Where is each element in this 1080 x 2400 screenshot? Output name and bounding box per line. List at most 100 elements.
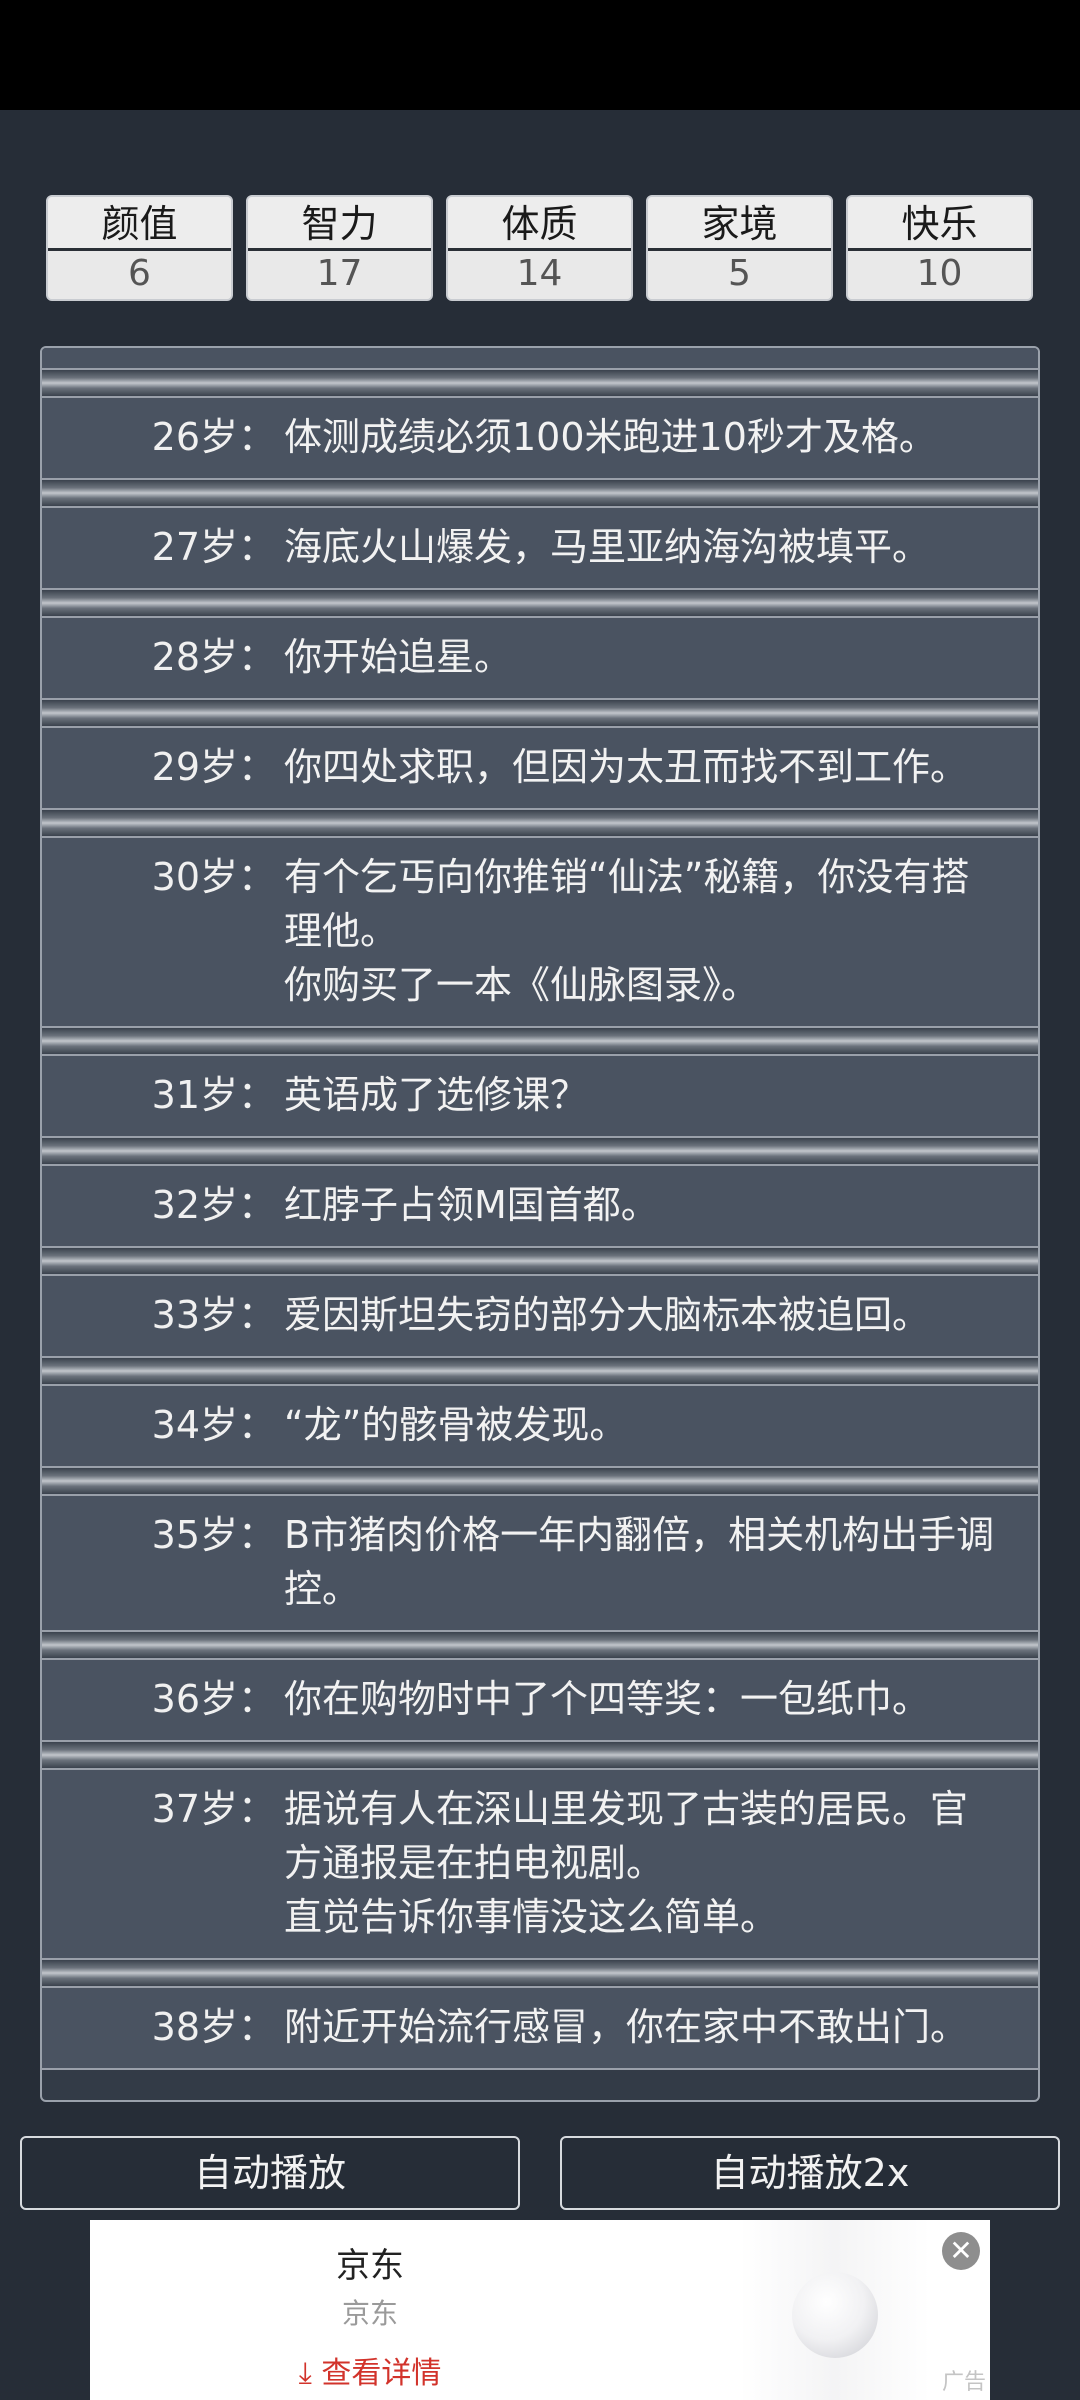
event-text: 英语成了选修课？ xyxy=(276,1068,998,1122)
event-text: 你在购物时中了个四等奖：一包纸巾。 xyxy=(276,1672,998,1726)
event-separator xyxy=(42,810,1038,836)
event-age: 25岁： xyxy=(42,348,276,354)
event-line: “龙”的骸骨被发现。 xyxy=(284,1403,628,1447)
event-text: 你四处求职，但因为太丑而找不到工作。 xyxy=(276,348,998,354)
event-line: 红脖子占领M国首都。 xyxy=(284,1183,659,1227)
event-separator xyxy=(42,370,1038,396)
event-line: B市猪肉价格一年内翻倍，相关机构出手调控。 xyxy=(284,1513,995,1611)
event-text: 体测成绩必须100米跑进10秒才及格。 xyxy=(276,410,998,464)
stat-value: 6 xyxy=(48,251,231,299)
auto-play-2x-button[interactable]: 自动播放2x xyxy=(560,2136,1060,2210)
event-age: 35岁： xyxy=(151,1513,276,1557)
event-separator xyxy=(42,700,1038,726)
event-row: 30岁： 有个乞丐向你推销“仙法”秘籍，你没有搭理他。你购买了一本《仙脉图录》。 xyxy=(42,836,1038,1028)
stat-label: 快乐 xyxy=(848,197,1031,251)
ad-details-link[interactable]: ⤓ 查看详情 xyxy=(90,2348,650,2392)
event-age: 30岁： xyxy=(151,855,276,899)
event-age: 31岁： xyxy=(151,1073,276,1117)
close-icon[interactable]: ✕ xyxy=(942,2232,980,2270)
stat-value: 14 xyxy=(448,251,631,299)
event-separator xyxy=(42,1960,1038,1986)
event-separator xyxy=(42,1742,1038,1768)
event-text: “龙”的骸骨被发现。 xyxy=(276,1398,998,1452)
event-age: 32岁： xyxy=(151,1183,276,1227)
stat-label: 颜值 xyxy=(48,197,231,251)
event-row: 31岁： 英语成了选修课？ xyxy=(42,1054,1038,1138)
event-age: 29岁： xyxy=(151,745,276,789)
event-line: 体测成绩必须100米跑进10秒才及格。 xyxy=(284,415,937,459)
event-line: 英语成了选修课？ xyxy=(284,1073,589,1117)
event-list: 25岁： 你四处求职，但因为太丑而找不到工作。 26岁：体测成绩必须100米跑进10… xyxy=(42,348,1038,2070)
event-line: 你开始追星。 xyxy=(284,635,513,679)
event-line: 海底火山爆发，马里亚纳海沟被填平。 xyxy=(284,525,931,569)
event-age: 26岁： xyxy=(151,415,276,459)
event-line: 你四处求职，但因为太丑而找不到工作。 xyxy=(284,348,998,354)
event-line: 爱因斯坦失窃的部分大脑标本被追回。 xyxy=(284,1293,931,1337)
event-age: 28岁： xyxy=(151,635,276,679)
stat-value: 5 xyxy=(648,251,831,299)
event-age: 38岁： xyxy=(151,2005,276,2049)
event-row: 38岁： 附近开始流行感冒，你在家中不敢出门。 xyxy=(42,1986,1038,2070)
ad-banner[interactable]: 京东 京东 ⤓ 查看详情 ✕ 广告 xyxy=(90,2220,990,2400)
ad-link-label: 查看详情 xyxy=(321,2356,442,2391)
event-age: 33岁： xyxy=(151,1293,276,1337)
event-text: 你开始追星。 xyxy=(276,630,998,684)
event-separator xyxy=(42,1358,1038,1384)
event-text: 红脖子占领M国首都。 xyxy=(276,1178,998,1232)
event-text: 海底火山爆发，马里亚纳海沟被填平。 xyxy=(276,520,998,574)
ad-tag: 广告 xyxy=(941,2370,986,2395)
event-separator xyxy=(42,1138,1038,1164)
event-line: 附近开始流行感冒，你在家中不敢出门。 xyxy=(284,2005,969,2049)
download-arrow-icon: ⤓ xyxy=(298,2356,312,2391)
event-row: 29岁： 你四处求职，但因为太丑而找不到工作。 xyxy=(42,726,1038,810)
event-row: 28岁： 你开始追星。 xyxy=(42,616,1038,700)
event-row: 27岁： 海底火山爆发，马里亚纳海沟被填平。 xyxy=(42,506,1038,590)
event-text: 爱因斯坦失窃的部分大脑标本被追回。 xyxy=(276,1288,998,1342)
stat-happiness: 快乐 10 xyxy=(846,195,1033,301)
event-separator xyxy=(42,590,1038,616)
event-age: 27岁： xyxy=(151,525,276,569)
event-separator xyxy=(42,480,1038,506)
event-line: 你在购物时中了个四等奖：一包纸巾。 xyxy=(284,1677,931,1721)
event-age: 37岁： xyxy=(151,1787,276,1831)
event-log[interactable]: 25岁： 你四处求职，但因为太丑而找不到工作。 26岁：体测成绩必须100米跑进10… xyxy=(40,346,1040,2102)
event-row: 34岁： “龙”的骸骨被发现。 xyxy=(42,1384,1038,1468)
event-row: 33岁： 爱因斯坦失窃的部分大脑标本被追回。 xyxy=(42,1274,1038,1358)
ad-image xyxy=(740,2220,930,2400)
stat-value: 17 xyxy=(248,251,431,299)
ad-subtitle: 京东 xyxy=(341,2297,398,2330)
event-line: 你购买了一本《仙脉图录》。 xyxy=(284,963,760,1007)
event-line: 有个乞丐向你推销“仙法”秘籍，你没有搭理他。 xyxy=(284,855,970,953)
event-row: 36岁： 你在购物时中了个四等奖：一包纸巾。 xyxy=(42,1658,1038,1742)
event-line: 据说有人在深山里发现了古装的居民。官方通报是在拍电视剧。 xyxy=(284,1787,969,1885)
event-text: 你四处求职，但因为太丑而找不到工作。 xyxy=(276,740,998,794)
stat-label: 体质 xyxy=(448,197,631,251)
event-separator xyxy=(42,1028,1038,1054)
auto-play-button[interactable]: 自动播放 xyxy=(20,2136,520,2210)
event-text: 据说有人在深山里发现了古装的居民。官方通报是在拍电视剧。直觉告诉你事情没这么简单… xyxy=(276,1782,998,1944)
stat-intelligence: 智力 17 xyxy=(246,195,433,301)
event-line: 你四处求职，但因为太丑而找不到工作。 xyxy=(284,745,969,789)
event-age: 36岁： xyxy=(151,1677,276,1721)
event-row: 26岁： 体测成绩必须100米跑进10秒才及格。 xyxy=(42,396,1038,480)
stat-family: 家境 5 xyxy=(646,195,833,301)
event-row: 25岁： 你四处求职，但因为太丑而找不到工作。 xyxy=(42,348,1038,370)
ad-title: 京东 xyxy=(336,2246,404,2286)
event-separator xyxy=(42,1248,1038,1274)
event-row: 35岁： B市猪肉价格一年内翻倍，相关机构出手调控。 xyxy=(42,1494,1038,1632)
stat-value: 10 xyxy=(848,251,1031,299)
event-text: 有个乞丐向你推销“仙法”秘籍，你没有搭理他。你购买了一本《仙脉图录》。 xyxy=(276,850,998,1012)
event-separator xyxy=(42,1468,1038,1494)
status-bar xyxy=(0,0,1080,110)
event-text: 附近开始流行感冒，你在家中不敢出门。 xyxy=(276,2000,998,2054)
event-row: 37岁： 据说有人在深山里发现了古装的居民。官方通报是在拍电视剧。直觉告诉你事情没… xyxy=(42,1768,1038,1960)
stats-bar: 颜值 6 智力 17 体质 14 家境 5 快乐 10 xyxy=(46,195,1034,301)
event-line: 直觉告诉你事情没这么简单。 xyxy=(284,1895,779,1939)
event-age: 34岁： xyxy=(151,1403,276,1447)
event-row: 32岁： 红脖子占领M国首都。 xyxy=(42,1164,1038,1248)
stat-label: 家境 xyxy=(648,197,831,251)
stat-label: 智力 xyxy=(248,197,431,251)
product-image xyxy=(792,2272,878,2358)
event-separator xyxy=(42,1632,1038,1658)
event-text: B市猪肉价格一年内翻倍，相关机构出手调控。 xyxy=(276,1508,998,1616)
